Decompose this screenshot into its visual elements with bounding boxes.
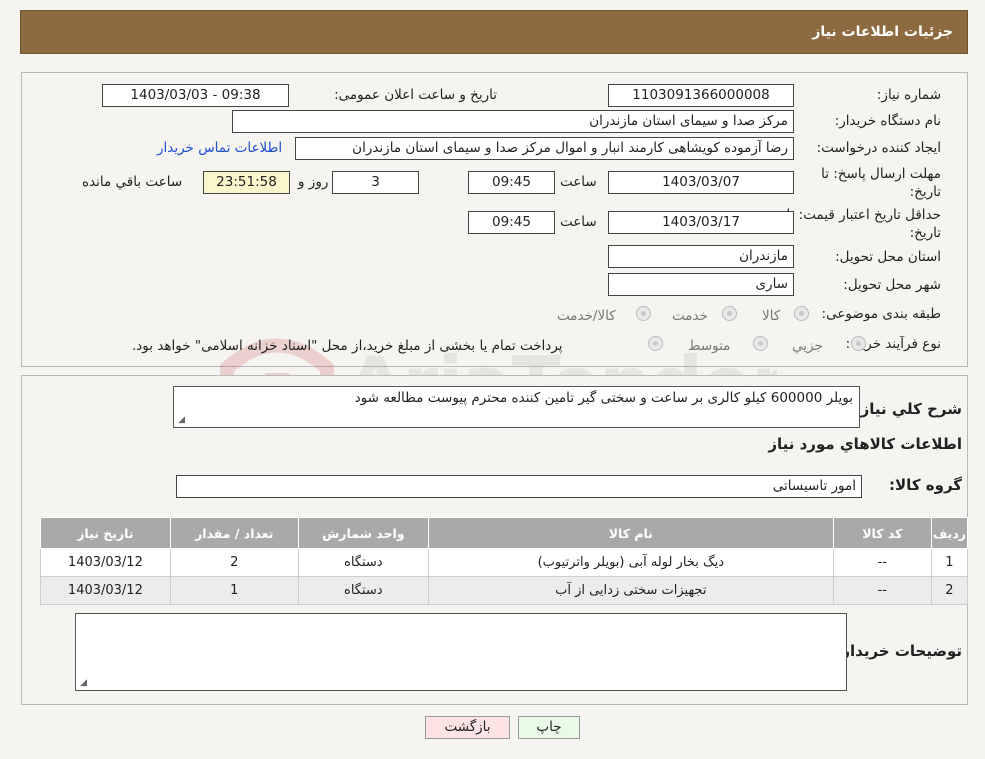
need-number-label: شماره نیاز: xyxy=(876,87,941,103)
category-label: طبقه بندی موضوعی: xyxy=(821,306,941,322)
summary-textarea[interactable]: بویلر 600000 کیلو کالری بر ساعت و سختی گ… xyxy=(173,386,860,428)
purchase-radio-treasury[interactable] xyxy=(648,336,663,351)
category-option-service: خدمت xyxy=(672,308,708,324)
request-creator-label: ایجاد کننده درخواست: xyxy=(816,140,941,156)
buyer-org-value: مرکز صدا و سیمای استان مازندران xyxy=(232,110,794,133)
reply-deadline-time: 09:45 xyxy=(468,171,555,194)
summary-label: شرح کلي نياز: xyxy=(854,400,962,418)
reply-deadline-label-2: تاریخ: xyxy=(909,184,941,200)
delivery-city-label: شهر محل تحویل: xyxy=(843,277,941,293)
remaining-days-label: روز و xyxy=(298,174,329,190)
category-radio-goods[interactable] xyxy=(794,306,809,321)
category-option-goods: کالا xyxy=(762,308,781,324)
col-header-item-name: نام کالا xyxy=(427,517,834,549)
cell-item-code: -- xyxy=(832,548,932,577)
cell-quantity: 2 xyxy=(169,548,299,577)
goods-table-header-row: رديف کد کالا نام کالا واحد شمارش تعداد /… xyxy=(40,517,969,549)
goods-group-value: امور تاسیساتی xyxy=(176,475,862,498)
category-option-goods-service: کالا/خدمت xyxy=(557,308,616,324)
remaining-time-value: 23:51:58 xyxy=(203,171,290,194)
resize-grip-icon[interactable]: ◢ xyxy=(176,416,185,425)
need-info-panel: AriaTender.neT شماره نیاز: 1103091366000… xyxy=(21,72,968,440)
delivery-province-value: مازندران xyxy=(608,245,794,268)
price-validity-time: 09:45 xyxy=(468,211,555,234)
col-header-row-number: رديف xyxy=(930,517,969,549)
purchase-option-minor: جزیي xyxy=(792,338,823,354)
need-details-panel: شرح کلي نياز: بویلر 600000 کیلو کالری بر… xyxy=(21,375,969,705)
remaining-days-value: 3 xyxy=(332,171,419,194)
table-row: 1 -- دیگ بخار لوله آبی (بویلر واترتیوب) … xyxy=(40,548,969,577)
price-validity-date: 1403/03/17 xyxy=(608,211,794,234)
col-header-quantity: تعداد / مقدار xyxy=(169,517,299,549)
resize-grip-icon[interactable]: ◢ xyxy=(78,679,87,688)
page-header: جزئیات اطلاعات نیاز xyxy=(20,10,968,54)
reply-deadline-time-label: ساعت xyxy=(560,174,597,190)
col-header-unit: واحد شمارش xyxy=(297,517,429,549)
goods-table: رديف کد کالا نام کالا واحد شمارش تعداد /… xyxy=(40,517,969,605)
cell-item-name: دیگ بخار لوله آبی (بویلر واترتیوب) xyxy=(427,548,834,577)
request-creator-value: رضا آزموده کویشاهی کارمند انبار و اموال … xyxy=(295,137,794,160)
purchase-treasury-note: پرداخت تمام یا بخشی از مبلغ خرید،از محل … xyxy=(132,338,563,354)
buyer-org-label: نام دستگاه خریدار: xyxy=(834,113,941,129)
cell-row-number: 1 xyxy=(930,548,969,577)
page-title: جزئیات اطلاعات نیاز xyxy=(812,24,953,40)
cell-quantity: 1 xyxy=(169,576,299,605)
cell-need-date: 1403/03/12 xyxy=(40,576,171,605)
reply-deadline-date: 1403/03/07 xyxy=(608,171,794,194)
delivery-city-value: ساری xyxy=(608,273,794,296)
col-header-need-date: تاریخ نیاز xyxy=(40,517,171,549)
reply-deadline-label: مهلت ارسال پاسخ: تا xyxy=(821,166,941,182)
buyer-notes-textarea[interactable]: ◢ xyxy=(75,613,847,691)
need-number-value: 1103091366000008 xyxy=(608,84,794,107)
purchase-radio-medium[interactable] xyxy=(753,336,768,351)
price-validity-time-label: ساعت xyxy=(560,214,597,230)
announce-datetime-label: تاریخ و ساعت اعلان عمومی: xyxy=(334,87,497,103)
cell-unit: دستگاه xyxy=(297,548,429,577)
purchase-radio-minor[interactable] xyxy=(851,336,866,351)
remaining-time-label: ساعت باقي مانده xyxy=(82,174,183,190)
goods-info-title: اطلاعات کالاهاي مورد نياز xyxy=(768,435,962,453)
buyer-contact-link[interactable]: اطلاعات تماس خریدار xyxy=(157,140,282,156)
cell-need-date: 1403/03/12 xyxy=(40,548,171,577)
summary-text: بویلر 600000 کیلو کالری بر ساعت و سختی گ… xyxy=(354,390,853,406)
cell-unit: دستگاه xyxy=(297,576,429,605)
cell-row-number: 2 xyxy=(930,576,969,605)
price-validity-label: حداقل تاریخ اعتبار قیمت: تا xyxy=(786,207,941,223)
print-button[interactable]: چاپ xyxy=(518,716,580,739)
announce-datetime-value: 1403/03/03 - 09:38 xyxy=(102,84,289,107)
price-validity-label-2: تاریخ: xyxy=(909,225,941,241)
col-header-item-code: کد کالا xyxy=(832,517,932,549)
cell-item-code: -- xyxy=(832,576,932,605)
purchase-option-medium: متوسط xyxy=(688,338,731,354)
goods-group-label: گروه کالا: xyxy=(889,476,962,494)
buyer-notes-label: توضیحات خریدار: xyxy=(835,642,962,660)
cell-item-name: تجهیزات سختی زدایی از آب xyxy=(427,576,834,605)
category-radio-goods-service[interactable] xyxy=(636,306,651,321)
delivery-province-label: استان محل تحویل: xyxy=(835,249,941,265)
table-row: 2 -- تجهیزات سختی زدایی از آب دستگاه 1 1… xyxy=(40,576,969,605)
category-radio-service[interactable] xyxy=(722,306,737,321)
back-button[interactable]: بازگشت xyxy=(425,716,510,739)
